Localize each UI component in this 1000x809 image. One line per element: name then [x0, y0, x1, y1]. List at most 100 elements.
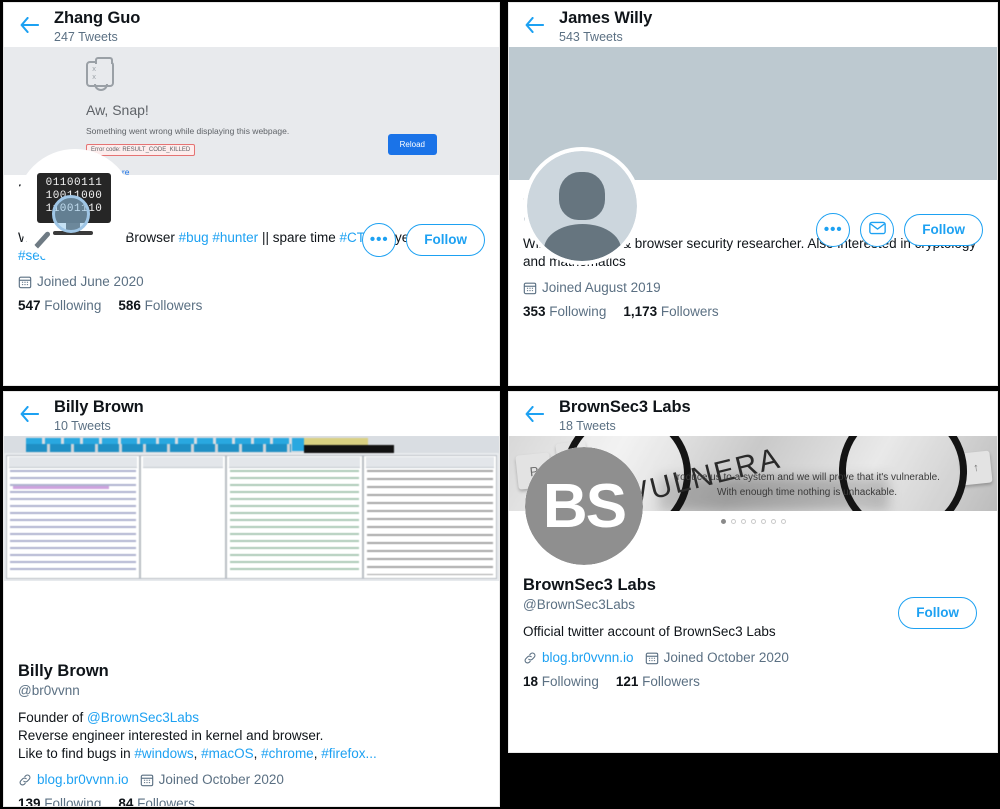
follow-button[interactable]: Follow	[406, 224, 485, 256]
joined-date: Joined June 2020	[18, 274, 144, 289]
link-icon	[523, 651, 537, 665]
profile-stats: 353 Following 1,173 Followers	[523, 304, 983, 319]
reload-button[interactable]: Reload	[387, 134, 437, 155]
back-arrow-icon[interactable]	[4, 8, 54, 33]
sad-tab-eyes: x x	[92, 66, 104, 82]
panel-header: Zhang Guo 247 Tweets	[4, 3, 499, 47]
message-button[interactable]	[860, 213, 895, 247]
profile-banner-debugger	[4, 436, 499, 581]
website[interactable]: blog.br0vvnn.io	[18, 772, 129, 787]
back-arrow-icon[interactable]	[509, 8, 559, 33]
bio-link[interactable]: #bug	[179, 230, 209, 245]
header-tweet-count: 247 Tweets	[54, 30, 118, 44]
bio-text: Reverse engineer interested in kernel an…	[18, 728, 324, 743]
followers-label: Followers	[144, 298, 203, 313]
profile-display-name: Billy Brown	[18, 662, 109, 680]
debugger-selection	[13, 486, 109, 489]
bio-link[interactable]: #macOS	[201, 746, 254, 761]
website[interactable]: blog.br0vvnn.io	[523, 650, 634, 665]
carousel-dot-active[interactable]	[720, 519, 726, 524]
profile-panel-brownsec3-labs: BrownSec3 Labs 18 Tweets P { D ↑ VULNERA	[508, 391, 998, 753]
debugger-pane-header	[9, 457, 137, 468]
carousel-dot[interactable]	[760, 519, 766, 524]
bs-initials-text: BS	[542, 471, 627, 541]
bio-link[interactable]: #windows	[134, 746, 193, 761]
debugger-pane	[6, 455, 140, 579]
followers-stat[interactable]: 586 Followers	[118, 298, 202, 313]
bio-link[interactable]: #hunter	[212, 230, 258, 245]
sad-tab-mouth	[94, 84, 108, 91]
following-stat[interactable]: 18 Following	[523, 674, 599, 689]
header-tweet-count: 10 Tweets	[54, 419, 111, 433]
follow-button[interactable]: Follow	[904, 214, 983, 246]
debugger-tabs-row2	[26, 444, 291, 452]
profile-handle: @br0vvnn	[18, 683, 80, 698]
sad-tab-icon: x x	[86, 57, 114, 91]
joined-date-text: Joined October 2020	[158, 772, 284, 787]
following-stat[interactable]: 139 Following	[18, 796, 102, 807]
avatar-image-binary-monitor: 01100111 10011000 11001110	[20, 153, 130, 263]
profile-bio: Founder of @BrownSec3Labs Reverse enginee…	[18, 709, 485, 763]
website-link[interactable]: blog.br0vvnn.io	[542, 650, 634, 665]
magnifier-icon	[52, 195, 90, 233]
profile-panel-zhang-guo: Zhang Guo 247 Tweets x x Aw, Snap! Somet…	[3, 2, 500, 386]
bs-circle: BS	[525, 447, 643, 565]
followers-stat[interactable]: 84 Followers	[118, 796, 195, 807]
followers-stat[interactable]: 121 Followers	[616, 674, 700, 689]
more-options-button[interactable]: •••	[362, 223, 397, 257]
carousel-dot[interactable]	[780, 519, 786, 524]
link-icon	[18, 773, 32, 787]
panel-header: BrownSec3 Labs 18 Tweets	[509, 392, 997, 436]
website-link[interactable]: blog.br0vvnn.io	[37, 772, 129, 787]
header-display-name: James Willy	[559, 9, 653, 27]
profile-actions: ••• Follow	[362, 223, 485, 257]
learn-more-link[interactable]: Learn more	[86, 167, 499, 175]
debugger-text-lines	[367, 470, 493, 575]
default-avatar-head	[558, 171, 606, 221]
followers-stat[interactable]: 1,173 Followers	[623, 304, 718, 319]
followers-count: 121	[615, 674, 639, 689]
followers-label: Followers	[137, 796, 195, 807]
carousel-dot[interactable]	[730, 519, 736, 524]
profile-meta: blog.br0vvnn.io Joined October 2020	[18, 772, 485, 787]
following-label: Following	[44, 796, 102, 807]
bio-link[interactable]: @BrownSec3Labs	[87, 710, 199, 725]
magnifier-handle	[29, 230, 52, 254]
bio-text: || spare time	[258, 230, 340, 245]
profile-display-name: BrownSec3 Labs	[523, 576, 656, 594]
panel-header: James Willy 543 Tweets	[509, 3, 997, 47]
profile-actions: ••• Follow	[816, 213, 983, 247]
avatar-image-bs-initials: BS	[525, 447, 643, 565]
joined-date-text: Joined August 2019	[542, 280, 661, 295]
following-count: 139	[18, 796, 41, 807]
panel-header: Billy Brown 10 Tweets	[4, 392, 499, 436]
carousel-dot[interactable]	[770, 519, 776, 524]
following-stat[interactable]: 353 Following	[523, 304, 606, 319]
bio-link[interactable]: #chrome	[261, 746, 314, 761]
bio-text: ,	[193, 746, 202, 761]
following-count: 18	[523, 674, 539, 689]
profile-body: BrownSec3 Labs @BrownSec3Labs Official t…	[509, 575, 997, 689]
banner-tagline: troduce us to a system and we will prove…	[637, 470, 977, 500]
bio-link[interactable]: #firefox...	[321, 746, 377, 761]
follow-button[interactable]: Follow	[898, 597, 977, 629]
avatar[interactable]: BS	[525, 447, 643, 565]
carousel-dot[interactable]	[740, 519, 746, 524]
carousel-dot[interactable]	[750, 519, 756, 524]
debugger-pane-header	[229, 457, 360, 468]
header-display-name: BrownSec3 Labs	[559, 398, 691, 416]
following-label: Following	[44, 298, 102, 313]
following-stat[interactable]: 547 Following	[18, 298, 101, 313]
more-options-button[interactable]: •••	[816, 213, 851, 247]
profile-stats: 139 Following 84 Followers	[18, 796, 485, 807]
tagline-line-1: troduce us to a system and we will prove…	[674, 472, 940, 483]
following-count: 547	[18, 298, 41, 313]
bio-text: Official twitter account of BrownSec3 La…	[523, 624, 776, 639]
back-arrow-icon[interactable]	[509, 397, 559, 422]
back-arrow-icon[interactable]	[4, 397, 54, 422]
avatar[interactable]: 01100111 10011000 11001110	[16, 149, 134, 267]
bio-text: Founder of	[18, 710, 88, 725]
joined-date-text: Joined June 2020	[37, 274, 144, 289]
profile-panel-james-willy: James Willy 543 Tweets ••• Follow browse…	[508, 2, 998, 386]
avatar[interactable]	[523, 147, 641, 265]
